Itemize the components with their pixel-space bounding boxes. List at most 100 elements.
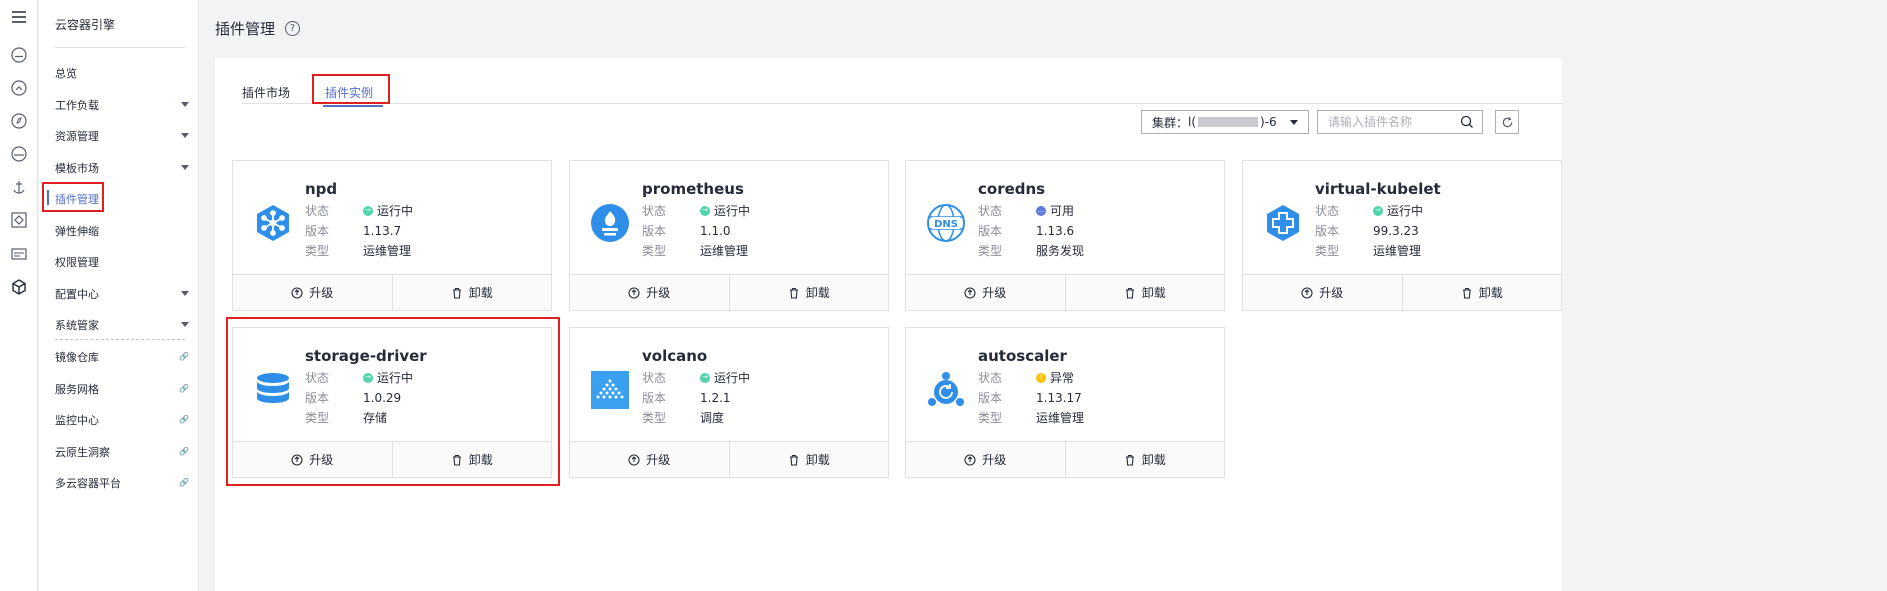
cluster-select[interactable]: 集群： l( )-6 [1141, 110, 1309, 134]
plugin-card[interactable]: npd 状态 → 运行中 版本 1.13.7 类型 运维管理 升级 卸载 [232, 160, 552, 311]
sidebar-item[interactable]: 云原生洞察 🔗 [55, 440, 193, 464]
sidebar-item[interactable]: 多云容器平台 🔗 [55, 471, 193, 495]
sidebar-item[interactable]: 权限管理 [55, 250, 193, 274]
diamond-icon[interactable] [10, 211, 28, 229]
upgrade-icon [628, 453, 640, 466]
upgrade-button[interactable]: 升级 [570, 275, 729, 310]
tab-plugin-market[interactable]: 插件市场 [242, 84, 290, 101]
menu-icon[interactable] [10, 8, 28, 26]
plugin-card[interactable]: autoscaler 状态! 异常 版本 1.13.17 类型 运维管理 升级 卸载 [905, 327, 1225, 478]
plugin-card[interactable]: volcano 状态 → 运行中 版本 1.2.1 类型 调度 升级 卸载 [569, 327, 889, 478]
info-label: 版本 [642, 391, 667, 405]
info-row: 类型 调度 [642, 409, 724, 426]
sidebar-item[interactable]: 总览 [55, 61, 193, 85]
sidebar-item-label: 镜像仓库 [55, 351, 99, 364]
upgrade-icon [1301, 286, 1313, 299]
compass-icon[interactable] [10, 112, 28, 130]
uninstall-button[interactable]: 卸载 [728, 275, 889, 310]
plugin-name: coredns [978, 180, 1046, 198]
refresh-button[interactable] [1495, 110, 1519, 134]
info-label: 类型 [978, 411, 1003, 425]
cloud-sync-icon[interactable] [10, 79, 28, 97]
help-icon[interactable]: ? [285, 21, 301, 36]
info-label: 类型 [978, 244, 1003, 258]
sidebar-item[interactable]: 镜像仓库 🔗 [55, 345, 193, 369]
sidebar-item[interactable]: 工作负载 [55, 93, 193, 117]
info-row: 状态 → 运行中 [642, 369, 750, 386]
plugin-card[interactable]: DNS coredns 状态 … 可用 版本 1.13.6 类型 服务发现 升级 卸载 [905, 160, 1225, 311]
upgrade-icon [964, 286, 976, 299]
sidebar-item[interactable]: 监控中心 🔗 [55, 408, 193, 432]
value-text: 运行中 [1387, 204, 1424, 218]
upgrade-button[interactable]: 升级 [1243, 275, 1402, 310]
info-label: 状态 [978, 371, 1003, 385]
uninstall-label: 卸载 [805, 453, 830, 467]
anchor-icon[interactable] [10, 178, 28, 196]
chevron-down-icon [1290, 120, 1298, 125]
sidebar-item[interactable]: 模板市场 [55, 156, 193, 180]
main-panel: 插件市场 插件实例 集群： l( )-6 npd状态→运行中版本1.13.7类型… [215, 58, 1562, 591]
uninstall-button[interactable]: 卸载 [1064, 275, 1225, 310]
plugin-name: npd [305, 180, 338, 198]
sidebar-item[interactable]: 资源管理 [55, 124, 193, 148]
upgrade-button[interactable]: 升级 [570, 442, 729, 477]
cloud-service-icon[interactable] [10, 145, 28, 163]
sidebar-item-label: 资源管理 [55, 130, 99, 143]
value-text: 服务发现 [1036, 244, 1085, 258]
status-value: … 可用 [1036, 202, 1074, 219]
plugin-name: prometheus [642, 180, 744, 198]
card-icon[interactable] [10, 245, 28, 263]
status-value: → 运行中 [363, 202, 413, 219]
upgrade-button[interactable]: 升级 [906, 442, 1065, 477]
sidebar-item-label: 模板市场 [55, 162, 99, 175]
value-text: 运行中 [714, 204, 751, 218]
info-value: 运维管理 [1373, 242, 1421, 259]
upgrade-label: 升级 [646, 286, 671, 300]
sidebar-item[interactable]: 系统管家 [55, 313, 193, 337]
search-input[interactable] [1328, 115, 1482, 129]
info-row: 版本 1.13.6 [978, 222, 1074, 239]
upgrade-label: 升级 [982, 453, 1007, 467]
uninstall-button[interactable]: 卸载 [1064, 442, 1225, 477]
search-box [1317, 110, 1483, 134]
sidebar-item[interactable]: 弹性伸缩 [55, 219, 193, 243]
uninstall-button[interactable]: 卸载 [1401, 275, 1562, 310]
divider [55, 339, 185, 340]
upgrade-icon [964, 453, 976, 466]
sidebar-item-label: 工作负载 [55, 99, 99, 112]
uninstall-label: 卸载 [805, 286, 830, 300]
sidebar-item[interactable]: 服务网格 🔗 [55, 377, 193, 401]
cube-icon[interactable] [10, 278, 28, 296]
plugin-card[interactable]: prometheus 状态 → 运行中 版本 1.1.0 类型 运维管理 升级 卸载 [569, 160, 889, 311]
sidebar-item-label: 总览 [55, 67, 77, 80]
trash-icon [1462, 287, 1471, 299]
sidebar-item-label: 监控中心 [55, 414, 99, 427]
search-icon[interactable] [1460, 115, 1474, 129]
info-row: 类型 运维管理 [305, 242, 411, 259]
info-value: 1.2.1 [700, 389, 731, 406]
plugin-name: virtual-kubelet [1315, 180, 1441, 198]
status-icon: → [1373, 205, 1383, 216]
sidebar-item[interactable]: 配置中心 [55, 282, 193, 306]
value-text: 运行中 [377, 204, 414, 218]
plugin-card[interactable]: virtual-kubelet 状态 → 运行中 版本 99.3.23 类型 运维管理 升级 卸载 [1242, 160, 1562, 311]
upgrade-icon [628, 286, 640, 299]
sidebar: 云容器引擎 总览 工作负载 资源管理 模板市场 插件管理 弹性伸缩 权限管理 配置中心 系统管家… [39, 0, 199, 591]
info-value: 1.13.6 [1036, 222, 1074, 239]
upgrade-button[interactable]: 升级 [906, 275, 1065, 310]
info-row: 版本 1.1.0 [642, 222, 731, 239]
uninstall-button[interactable]: 卸载 [391, 275, 552, 310]
status-icon: → [700, 372, 710, 383]
info-value: 调度 [700, 409, 724, 426]
value-text: 1.2.1 [700, 390, 731, 405]
sidebar-item-label: 弹性伸缩 [55, 225, 99, 238]
cloud-icon[interactable] [10, 46, 28, 64]
info-label: 类型 [1315, 244, 1340, 258]
highlight-box [42, 182, 104, 212]
info-value: 运维管理 [1036, 409, 1084, 426]
uninstall-button[interactable]: 卸载 [728, 442, 889, 477]
upgrade-button[interactable]: 升级 [233, 275, 392, 310]
card-actions: 升级 卸载 [570, 441, 888, 477]
chevron-down-icon [181, 133, 189, 138]
sidebar-title: 云容器引擎 [55, 18, 116, 32]
